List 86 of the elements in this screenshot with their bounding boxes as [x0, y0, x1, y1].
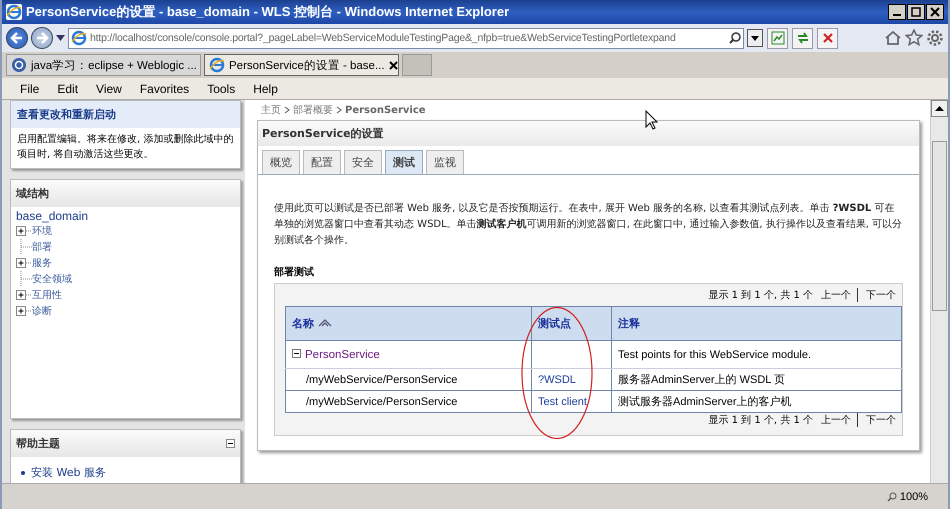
description-text: 使用此页可以测试是否已部署 Web 服务, 以及它是否按预期运行。在表中, 展开 Web 服务的名称, 以查看其测试点列表。单击 ?WSDL 可在单独的浏览器窗口中查看其动态 WSDL。单击测试客户机可调用新的浏览器窗口, 在此窗口中, 通过输入参数值, 执行操作以及查看结果, 可以分别测试各个操作。	[274, 202, 903, 248]
tab[interactable]: 概览	[262, 150, 300, 174]
address-dropdown-button[interactable]	[747, 29, 763, 47]
tab[interactable]: 安全	[344, 150, 382, 174]
bullet-icon	[21, 470, 25, 474]
breadcrumb-link[interactable]: 部署概要	[293, 103, 333, 117]
tab[interactable]: 配置	[303, 150, 341, 174]
tree-item[interactable]: 互用性	[32, 288, 62, 302]
panel-text: 启用配置编辑。将来在修改, 添加或删除此域中的项目时, 将自动激活这些更改。	[11, 128, 240, 168]
breadcrumb-separator-icon	[336, 106, 342, 114]
expand-icon[interactable]	[16, 287, 32, 303]
right-arrow-icon	[35, 31, 49, 45]
panel-title: 域结构	[11, 180, 240, 207]
browser-logo-icon	[6, 4, 22, 20]
table-cell-text: /myWebService/PersonService	[305, 396, 458, 408]
expand-icon[interactable]	[16, 255, 32, 271]
section-title: 部署测试	[274, 266, 315, 279]
vertical-scrollbar[interactable]	[930, 100, 948, 483]
back-button[interactable]	[6, 27, 28, 49]
search-icon[interactable]	[729, 32, 741, 44]
pager-link[interactable]: 上一个	[821, 413, 858, 427]
tree-item[interactable]: 安全领域	[32, 272, 72, 286]
minimize-icon	[893, 14, 901, 16]
magnifier-icon	[886, 492, 897, 502]
home-icon[interactable]	[884, 29, 902, 47]
close-tab-icon[interactable]	[388, 60, 398, 70]
close-icon	[930, 7, 940, 17]
collapse-icon[interactable]	[226, 439, 235, 448]
table-cell: 测试服务器AdminServer上的客户机	[618, 396, 792, 408]
dropdown-arrow-icon[interactable]	[56, 35, 65, 41]
tree-item[interactable]: 环境	[32, 224, 52, 238]
minimize-button[interactable]	[888, 4, 906, 20]
browser-tab[interactable]: PersonService的设置 - base...	[204, 54, 399, 76]
table-cell: Test points for this WebService module.	[618, 348, 811, 360]
forward-button[interactable]	[31, 27, 53, 49]
browser-logo-icon	[209, 57, 225, 73]
refresh-icon[interactable]	[792, 28, 813, 48]
tab[interactable]: 测试	[385, 150, 423, 174]
collapse-icon[interactable]	[292, 348, 301, 358]
breadcrumb-link[interactable]: 主页	[261, 103, 281, 117]
compatibility-view-icon[interactable]	[767, 28, 788, 48]
pager-link[interactable]: 下一个	[866, 413, 896, 427]
column-header[interactable]: 名称	[286, 306, 532, 340]
menu-item[interactable]: File	[20, 82, 40, 96]
tree-item[interactable]: 诊断	[32, 304, 52, 318]
scroll-thumb[interactable]	[932, 141, 947, 311]
pager-text: 显示 1 到 1 个, 共 1 个	[708, 288, 813, 302]
maximize-icon	[911, 7, 921, 17]
menu-item[interactable]: Edit	[57, 82, 78, 96]
dropdown-arrow-icon	[751, 36, 759, 40]
breadcrumb-separator-icon	[284, 106, 290, 114]
table-cell: 服务器AdminServer上的 WSDL 页	[618, 374, 786, 386]
expand-icon[interactable]	[16, 303, 32, 319]
left-arrow-icon	[10, 31, 24, 45]
panel-title: 帮助主题	[16, 436, 60, 451]
tree-item[interactable]: 部署	[32, 240, 52, 254]
table-cell-text: /myWebService/PersonService	[305, 374, 458, 386]
pager-link[interactable]: 下一个	[866, 288, 896, 302]
menu-item[interactable]: Favorites	[140, 82, 190, 96]
site-icon	[11, 57, 27, 73]
settings-icon[interactable]	[926, 29, 944, 47]
panel-title: PersonService的设置	[258, 121, 919, 146]
browser-tab[interactable]: java学习：eclipse + Weblogic ...	[6, 54, 201, 76]
menu-item[interactable]: Tools	[207, 82, 236, 96]
help-link[interactable]: 安装 Web 服务	[31, 465, 106, 480]
window-title: PersonService的设置 - base_domain - WLS 控制台 - Windows Internet Explorer	[26, 3, 510, 21]
tree-item[interactable]: 服务	[32, 256, 52, 270]
close-button[interactable]	[926, 4, 944, 20]
module-link[interactable]: PersonService	[305, 348, 380, 360]
column-header[interactable]: 注释	[612, 306, 902, 340]
browser-logo-icon	[71, 30, 87, 46]
tree-root-link[interactable]: base_domain	[16, 209, 235, 223]
stop-icon[interactable]	[817, 28, 838, 48]
maximize-button[interactable]	[907, 4, 925, 20]
menu-item[interactable]: Help	[253, 82, 278, 96]
scroll-up-icon[interactable]	[931, 100, 948, 117]
star-icon[interactable]	[905, 29, 923, 47]
zoom-control[interactable]: 100%	[886, 490, 928, 502]
address-field[interactable]: http://localhost/console/console.portal?_pageLabel=WebServiceModuleTestingPage&_nfpb=true&WebServiceTestingPortletexpand	[68, 28, 744, 48]
column-header[interactable]: 测试点	[532, 306, 612, 340]
panel-title: 查看更改和重新启动	[11, 101, 240, 128]
tab[interactable]: 监视	[426, 150, 464, 174]
expand-icon[interactable]	[16, 223, 32, 239]
pager-link[interactable]: 上一个	[821, 288, 858, 302]
menu-item[interactable]: View	[96, 82, 122, 96]
pager-text: 显示 1 到 1 个, 共 1 个	[708, 414, 813, 427]
